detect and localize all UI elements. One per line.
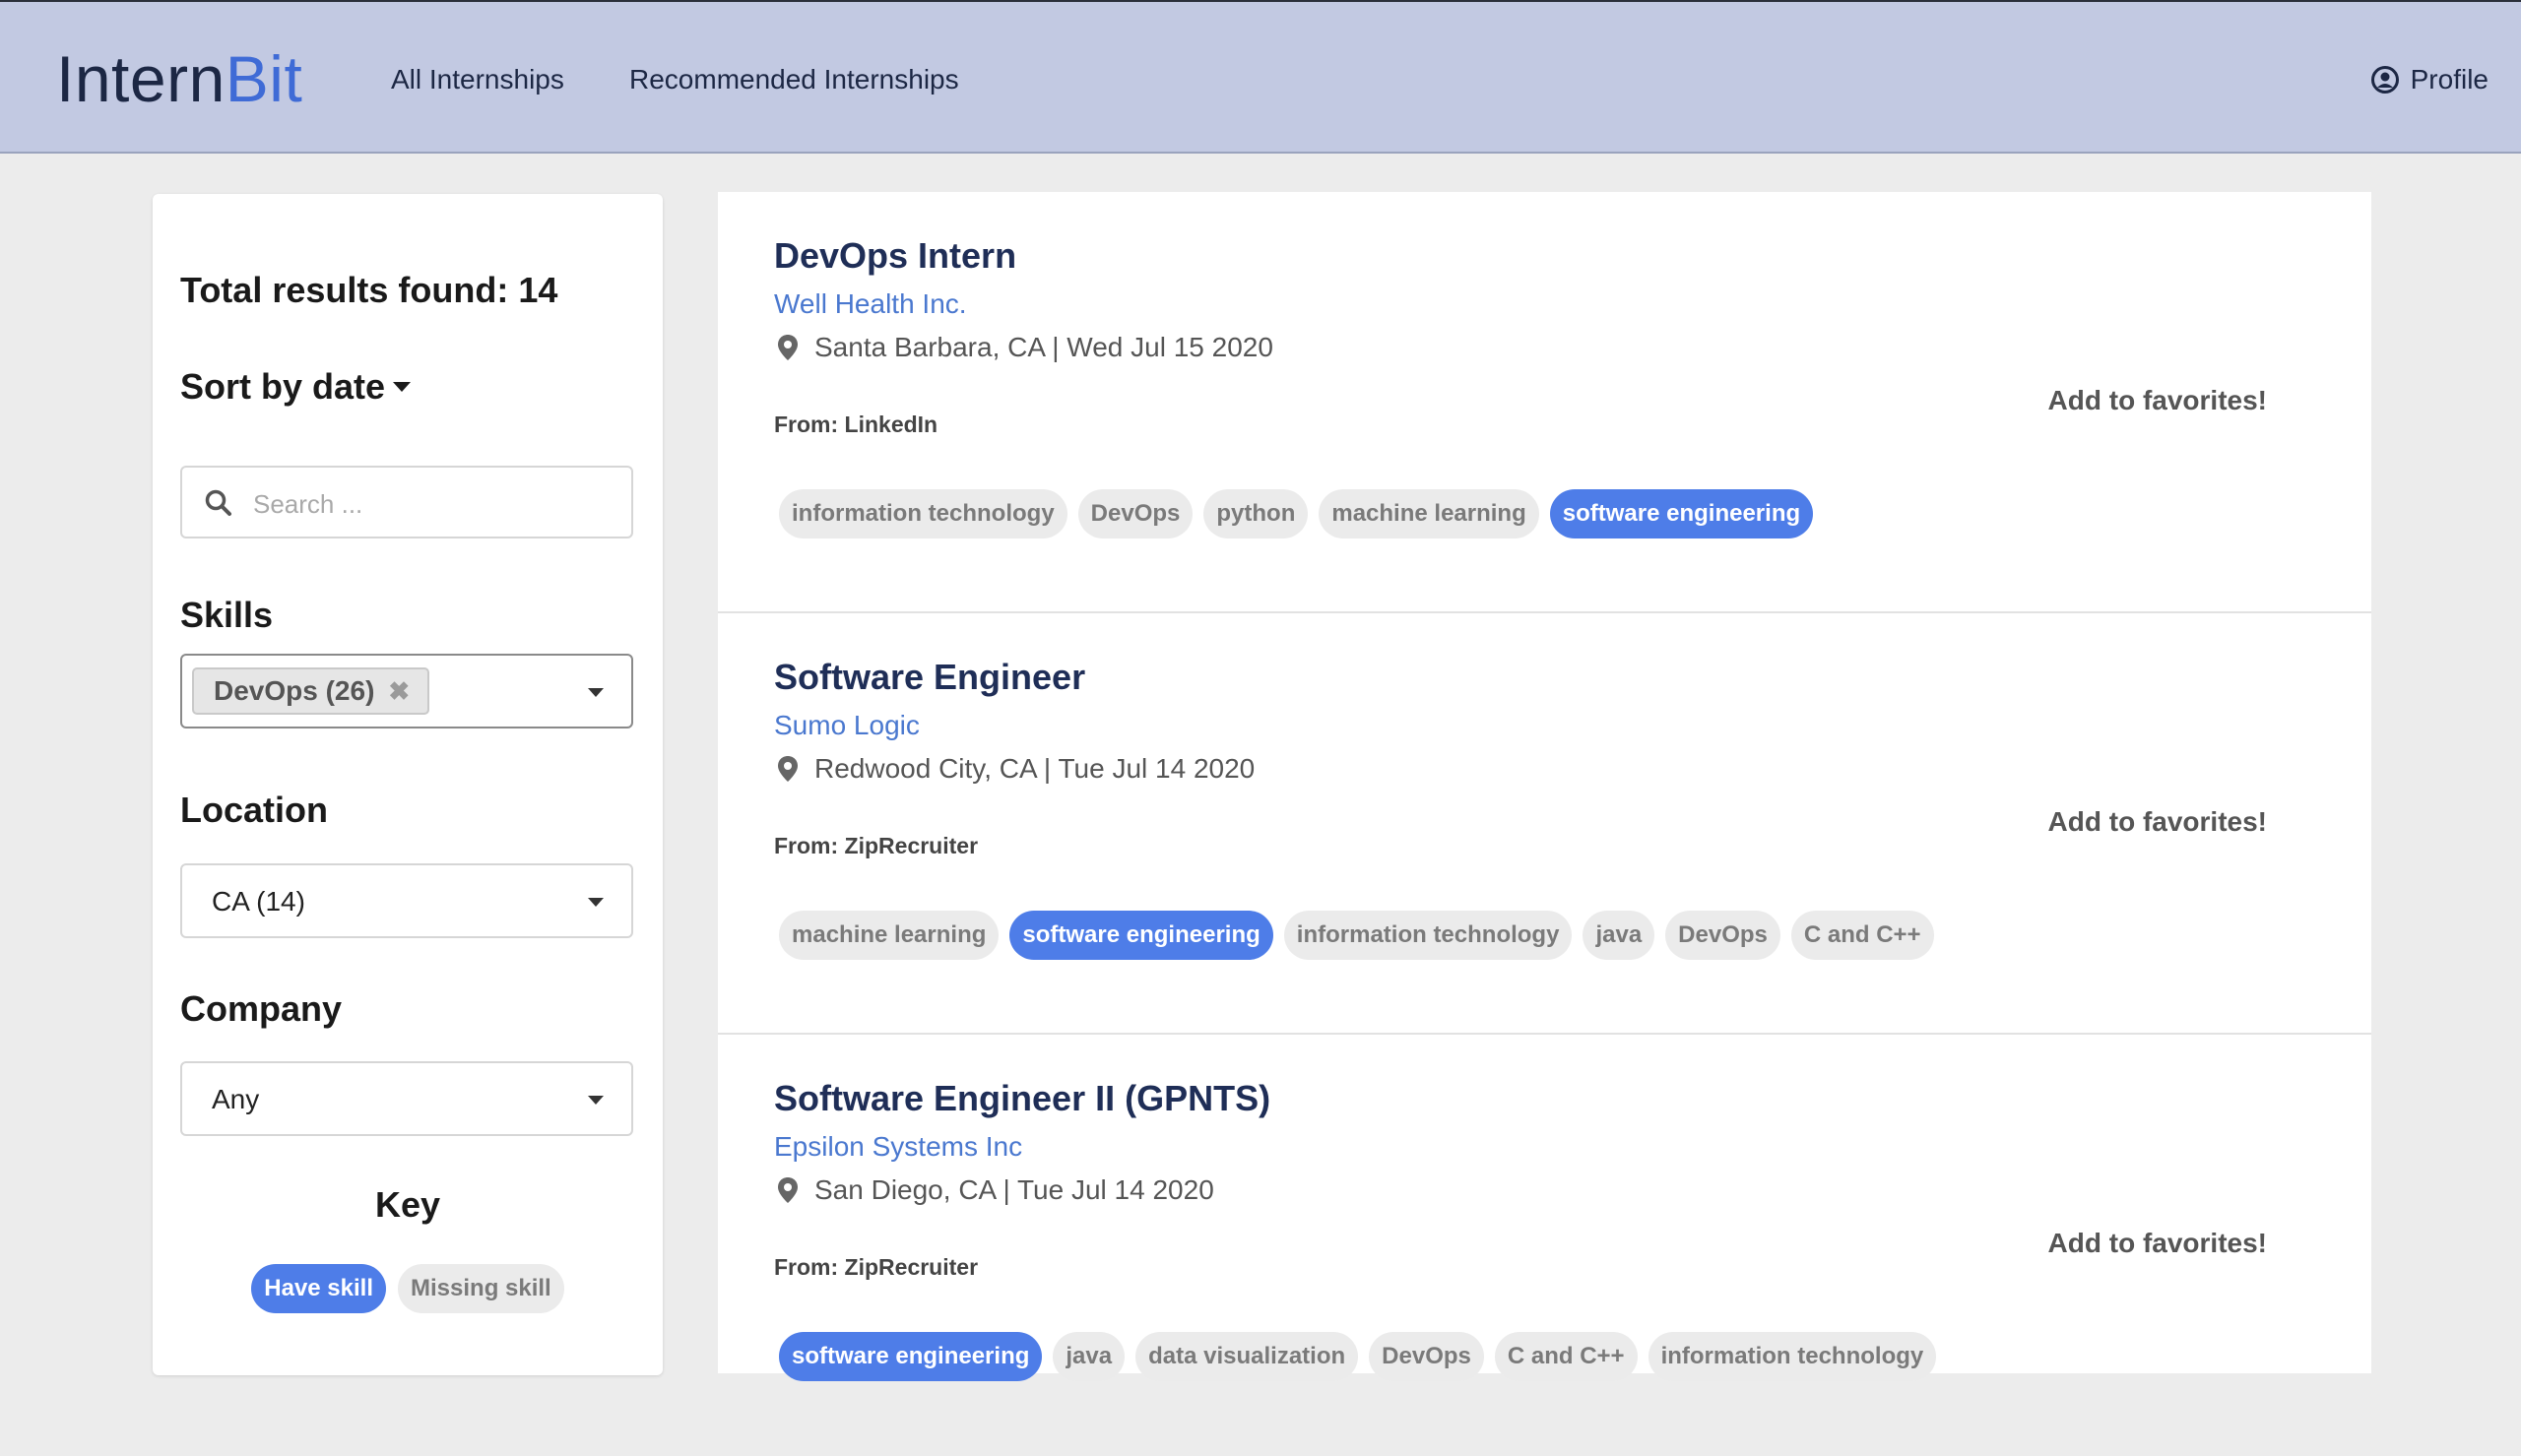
skill-tag: DevOps xyxy=(1665,911,1780,960)
user-circle-icon xyxy=(2370,66,2399,94)
key-title: Key xyxy=(374,1184,441,1225)
map-pin-icon xyxy=(778,756,798,782)
dropdown-caret-icon xyxy=(588,1096,604,1105)
logo-text-intern: Intern xyxy=(56,42,226,115)
location-select[interactable]: CA (14) xyxy=(180,863,633,938)
skill-tag: DevOps xyxy=(1369,1332,1484,1381)
company-link[interactable]: Sumo Logic xyxy=(774,709,920,742)
skill-tag: machine learning xyxy=(1319,489,1539,538)
key-legend: Have skill Missing skill xyxy=(153,1264,663,1313)
dropdown-caret-icon xyxy=(588,898,604,907)
add-to-favorites-button[interactable]: Add to favorites! xyxy=(2048,384,2267,417)
skill-tag: software engineering xyxy=(779,1332,1043,1381)
internship-card: Software Engineer Sumo Logic Redwood Cit… xyxy=(718,613,2371,1035)
map-pin-icon xyxy=(778,1177,798,1203)
skill-tag: information technology xyxy=(1283,911,1573,960)
skills-select[interactable]: DevOps (26) ✖ xyxy=(180,654,633,728)
search-icon xyxy=(205,489,231,516)
results-list: DevOps Intern Well Health Inc. Santa Bar… xyxy=(718,192,2371,1381)
dropdown-caret-icon xyxy=(588,688,604,697)
remove-chip-icon[interactable]: ✖ xyxy=(388,676,410,707)
company-link[interactable]: Well Health Inc. xyxy=(774,287,967,321)
profile-label: Profile xyxy=(2410,64,2489,95)
sort-label: Sort by date xyxy=(180,366,386,407)
skill-tags: machine learning software engineering in… xyxy=(779,911,1934,960)
skill-tag: java xyxy=(1053,1332,1126,1381)
selected-skill-chip: DevOps (26) ✖ xyxy=(192,667,430,715)
internship-title[interactable]: DevOps Intern xyxy=(774,234,1016,278)
skill-tag: software engineering xyxy=(1549,489,1814,538)
location-date: Redwood City, CA | Tue Jul 14 2020 xyxy=(774,752,1255,786)
internship-title[interactable]: Software Engineer II (GPNTS) xyxy=(774,1077,1270,1120)
skill-tag: machine learning xyxy=(779,911,1000,960)
key-missing-skill: Missing skill xyxy=(398,1264,564,1313)
selected-skill-label: DevOps (26) xyxy=(214,675,375,706)
source-label: From: LinkedIn xyxy=(774,411,938,437)
company-value: Any xyxy=(212,1084,260,1114)
internship-title[interactable]: Software Engineer xyxy=(774,656,1085,699)
company-link[interactable]: Epsilon Systems Inc xyxy=(774,1130,1022,1164)
skill-tag: information technology xyxy=(779,489,1067,538)
location-date-text: San Diego, CA | Tue Jul 14 2020 xyxy=(814,1174,1214,1205)
location-date-text: Santa Barbara, CA | Wed Jul 15 2020 xyxy=(814,332,1273,362)
app-logo[interactable]: InternBit xyxy=(56,39,302,118)
skill-tag: java xyxy=(1583,911,1655,960)
add-to-favorites-button[interactable]: Add to favorites! xyxy=(2048,805,2267,839)
top-navbar: InternBit All Internships Recommended In… xyxy=(0,0,2521,154)
nav-all-internships[interactable]: All Internships xyxy=(391,61,564,98)
location-value: CA (14) xyxy=(212,886,305,917)
map-pin-icon xyxy=(778,335,798,360)
skills-label: Skills xyxy=(180,595,274,635)
skill-tag: C and C++ xyxy=(1494,1332,1638,1381)
search-box xyxy=(180,466,633,538)
skill-tag: software engineering xyxy=(1009,911,1273,960)
add-to-favorites-button[interactable]: Add to favorites! xyxy=(2048,1227,2267,1260)
profile-link[interactable]: Profile xyxy=(2370,61,2489,98)
sort-by-date-button[interactable]: Sort by date xyxy=(180,365,412,409)
skill-tag: information technology xyxy=(1648,1332,1937,1381)
filter-sidebar: Total results found: 14 Sort by date Ski… xyxy=(153,194,663,1375)
company-select[interactable]: Any xyxy=(180,1061,633,1136)
location-date-text: Redwood City, CA | Tue Jul 14 2020 xyxy=(814,753,1256,784)
internship-card: Software Engineer II (GPNTS) Epsilon Sys… xyxy=(718,1035,2371,1456)
skill-tag: DevOps xyxy=(1077,489,1194,538)
caret-down-icon xyxy=(393,382,412,392)
source-label: From: ZipRecruiter xyxy=(774,1254,979,1280)
key-have-skill: Have skill xyxy=(251,1264,387,1313)
location-date: Santa Barbara, CA | Wed Jul 15 2020 xyxy=(774,331,1273,364)
total-results: Total results found: 14 xyxy=(180,270,558,310)
skill-tags: information technology DevOps python mac… xyxy=(779,489,1814,538)
logo-text-bit: Bit xyxy=(225,42,303,115)
nav-recommended-internships[interactable]: Recommended Internships xyxy=(629,61,959,98)
skill-tag: python xyxy=(1203,489,1309,538)
search-input[interactable] xyxy=(251,483,619,525)
location-label: Location xyxy=(180,790,328,830)
skill-tag: C and C++ xyxy=(1790,911,1934,960)
location-date: San Diego, CA | Tue Jul 14 2020 xyxy=(774,1173,1214,1207)
internship-card: DevOps Intern Well Health Inc. Santa Bar… xyxy=(718,192,2371,613)
skill-tags: software engineering java data visualiza… xyxy=(779,1332,1937,1381)
source-label: From: ZipRecruiter xyxy=(774,833,979,858)
skill-tag: data visualization xyxy=(1135,1332,1359,1381)
company-label: Company xyxy=(180,988,343,1029)
